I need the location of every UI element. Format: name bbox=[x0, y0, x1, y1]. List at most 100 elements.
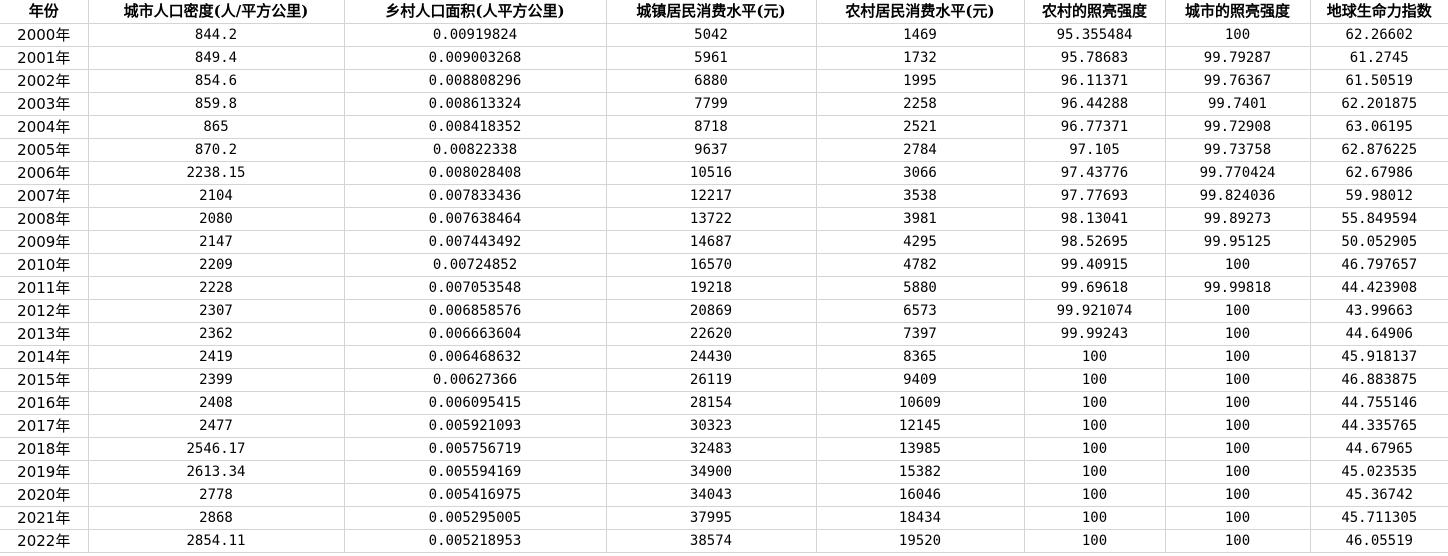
cell-year[interactable]: 2017年 bbox=[0, 414, 89, 438]
cell-rural-population-area[interactable]: 0.008418352 bbox=[343, 115, 607, 139]
cell-rural-lighting-intensity[interactable]: 100 bbox=[1023, 506, 1166, 530]
cell-year[interactable]: 2018年 bbox=[0, 437, 89, 461]
cell-urban-lighting-intensity[interactable]: 100 bbox=[1164, 368, 1311, 392]
cell-rural-consumption-level[interactable]: 4295 bbox=[815, 230, 1025, 254]
cell-rural-population-area[interactable]: 0.005218953 bbox=[343, 529, 607, 553]
cell-urban-lighting-intensity[interactable]: 99.770424 bbox=[1164, 161, 1311, 185]
cell-urban-lighting-intensity[interactable]: 99.89273 bbox=[1164, 207, 1311, 231]
cell-year[interactable]: 2004年 bbox=[0, 115, 89, 139]
cell-year[interactable]: 2019年 bbox=[0, 460, 89, 484]
cell-urban-population-density[interactable]: 2868 bbox=[87, 506, 345, 530]
cell-living-planet-index[interactable]: 44.755146 bbox=[1309, 391, 1448, 415]
cell-rural-lighting-intensity[interactable]: 99.921074 bbox=[1023, 299, 1166, 323]
cell-urban-consumption-level[interactable]: 32483 bbox=[605, 437, 817, 461]
cell-year[interactable]: 2014年 bbox=[0, 345, 89, 369]
column-header-urban-lighting-intensity[interactable]: 城市的照亮强度 bbox=[1164, 0, 1311, 24]
cell-urban-lighting-intensity[interactable]: 99.99818 bbox=[1164, 276, 1311, 300]
cell-rural-population-area[interactable]: 0.005921093 bbox=[343, 414, 607, 438]
cell-urban-lighting-intensity[interactable]: 99.72908 bbox=[1164, 115, 1311, 139]
cell-rural-lighting-intensity[interactable]: 97.77693 bbox=[1023, 184, 1166, 208]
cell-year[interactable]: 2020年 bbox=[0, 483, 89, 507]
cell-living-planet-index[interactable]: 46.05519 bbox=[1309, 529, 1448, 553]
cell-rural-population-area[interactable]: 0.007053548 bbox=[343, 276, 607, 300]
cell-urban-consumption-level[interactable]: 20869 bbox=[605, 299, 817, 323]
cell-urban-population-density[interactable]: 2209 bbox=[87, 253, 345, 277]
column-header-urban-consumption-level[interactable]: 城镇居民消费水平(元) bbox=[605, 0, 817, 24]
cell-rural-consumption-level[interactable]: 15382 bbox=[815, 460, 1025, 484]
cell-urban-population-density[interactable]: 2238.15 bbox=[87, 161, 345, 185]
cell-urban-consumption-level[interactable]: 24430 bbox=[605, 345, 817, 369]
cell-rural-consumption-level[interactable]: 2258 bbox=[815, 92, 1025, 116]
cell-year[interactable]: 2006年 bbox=[0, 161, 89, 185]
cell-rural-population-area[interactable]: 0.008808296 bbox=[343, 69, 607, 93]
cell-urban-population-density[interactable]: 2778 bbox=[87, 483, 345, 507]
cell-urban-population-density[interactable]: 859.8 bbox=[87, 92, 345, 116]
cell-living-planet-index[interactable]: 63.06195 bbox=[1309, 115, 1448, 139]
cell-rural-population-area[interactable]: 0.007443492 bbox=[343, 230, 607, 254]
cell-living-planet-index[interactable]: 46.797657 bbox=[1309, 253, 1448, 277]
cell-rural-population-area[interactable]: 0.008028408 bbox=[343, 161, 607, 185]
cell-year[interactable]: 2015年 bbox=[0, 368, 89, 392]
cell-rural-population-area[interactable]: 0.008613324 bbox=[343, 92, 607, 116]
cell-rural-consumption-level[interactable]: 18434 bbox=[815, 506, 1025, 530]
cell-urban-population-density[interactable]: 2080 bbox=[87, 207, 345, 231]
cell-rural-population-area[interactable]: 0.006095415 bbox=[343, 391, 607, 415]
cell-rural-consumption-level[interactable]: 6573 bbox=[815, 299, 1025, 323]
cell-living-planet-index[interactable]: 62.26602 bbox=[1309, 23, 1448, 47]
cell-year[interactable]: 2010年 bbox=[0, 253, 89, 277]
cell-rural-consumption-level[interactable]: 7397 bbox=[815, 322, 1025, 346]
cell-year[interactable]: 2021年 bbox=[0, 506, 89, 530]
cell-rural-lighting-intensity[interactable]: 96.77371 bbox=[1023, 115, 1166, 139]
cell-living-planet-index[interactable]: 43.99663 bbox=[1309, 299, 1448, 323]
cell-rural-lighting-intensity[interactable]: 99.40915 bbox=[1023, 253, 1166, 277]
cell-year[interactable]: 2011年 bbox=[0, 276, 89, 300]
cell-urban-population-density[interactable]: 870.2 bbox=[87, 138, 345, 162]
cell-rural-lighting-intensity[interactable]: 100 bbox=[1023, 483, 1166, 507]
cell-urban-population-density[interactable]: 844.2 bbox=[87, 23, 345, 47]
cell-living-planet-index[interactable]: 45.36742 bbox=[1309, 483, 1448, 507]
cell-rural-consumption-level[interactable]: 19520 bbox=[815, 529, 1025, 553]
cell-urban-population-density[interactable]: 2228 bbox=[87, 276, 345, 300]
cell-urban-lighting-intensity[interactable]: 100 bbox=[1164, 483, 1311, 507]
cell-rural-lighting-intensity[interactable]: 98.13041 bbox=[1023, 207, 1166, 231]
cell-year[interactable]: 2008年 bbox=[0, 207, 89, 231]
cell-urban-population-density[interactable]: 2147 bbox=[87, 230, 345, 254]
column-header-year[interactable]: 年份 bbox=[0, 0, 89, 24]
cell-rural-lighting-intensity[interactable]: 100 bbox=[1023, 529, 1166, 553]
cell-urban-population-density[interactable]: 849.4 bbox=[87, 46, 345, 70]
cell-rural-consumption-level[interactable]: 8365 bbox=[815, 345, 1025, 369]
cell-rural-consumption-level[interactable]: 10609 bbox=[815, 391, 1025, 415]
cell-urban-consumption-level[interactable]: 12217 bbox=[605, 184, 817, 208]
column-header-living-planet-index[interactable]: 地球生命力指数 bbox=[1309, 0, 1448, 24]
cell-urban-lighting-intensity[interactable]: 99.95125 bbox=[1164, 230, 1311, 254]
cell-rural-lighting-intensity[interactable]: 100 bbox=[1023, 368, 1166, 392]
cell-rural-consumption-level[interactable]: 1732 bbox=[815, 46, 1025, 70]
cell-urban-consumption-level[interactable]: 16570 bbox=[605, 253, 817, 277]
cell-rural-consumption-level[interactable]: 16046 bbox=[815, 483, 1025, 507]
cell-living-planet-index[interactable]: 62.876225 bbox=[1309, 138, 1448, 162]
cell-living-planet-index[interactable]: 44.67965 bbox=[1309, 437, 1448, 461]
cell-living-planet-index[interactable]: 59.98012 bbox=[1309, 184, 1448, 208]
cell-urban-consumption-level[interactable]: 5961 bbox=[605, 46, 817, 70]
cell-rural-population-area[interactable]: 0.007833436 bbox=[343, 184, 607, 208]
cell-urban-lighting-intensity[interactable]: 100 bbox=[1164, 253, 1311, 277]
cell-urban-population-density[interactable]: 2613.34 bbox=[87, 460, 345, 484]
cell-urban-population-density[interactable]: 865 bbox=[87, 115, 345, 139]
cell-living-planet-index[interactable]: 46.883875 bbox=[1309, 368, 1448, 392]
cell-rural-lighting-intensity[interactable]: 97.43776 bbox=[1023, 161, 1166, 185]
cell-rural-population-area[interactable]: 0.005295005 bbox=[343, 506, 607, 530]
cell-year[interactable]: 2002年 bbox=[0, 69, 89, 93]
cell-urban-consumption-level[interactable]: 14687 bbox=[605, 230, 817, 254]
cell-rural-population-area[interactable]: 0.009003268 bbox=[343, 46, 607, 70]
cell-rural-lighting-intensity[interactable]: 95.78683 bbox=[1023, 46, 1166, 70]
cell-urban-population-density[interactable]: 2362 bbox=[87, 322, 345, 346]
cell-urban-consumption-level[interactable]: 30323 bbox=[605, 414, 817, 438]
cell-rural-population-area[interactable]: 0.00919824 bbox=[343, 23, 607, 47]
cell-urban-population-density[interactable]: 2854.11 bbox=[87, 529, 345, 553]
cell-rural-population-area[interactable]: 0.007638464 bbox=[343, 207, 607, 231]
cell-rural-population-area[interactable]: 0.00627366 bbox=[343, 368, 607, 392]
cell-urban-consumption-level[interactable]: 34900 bbox=[605, 460, 817, 484]
cell-urban-lighting-intensity[interactable]: 99.7401 bbox=[1164, 92, 1311, 116]
cell-urban-population-density[interactable]: 854.6 bbox=[87, 69, 345, 93]
cell-urban-consumption-level[interactable]: 5042 bbox=[605, 23, 817, 47]
